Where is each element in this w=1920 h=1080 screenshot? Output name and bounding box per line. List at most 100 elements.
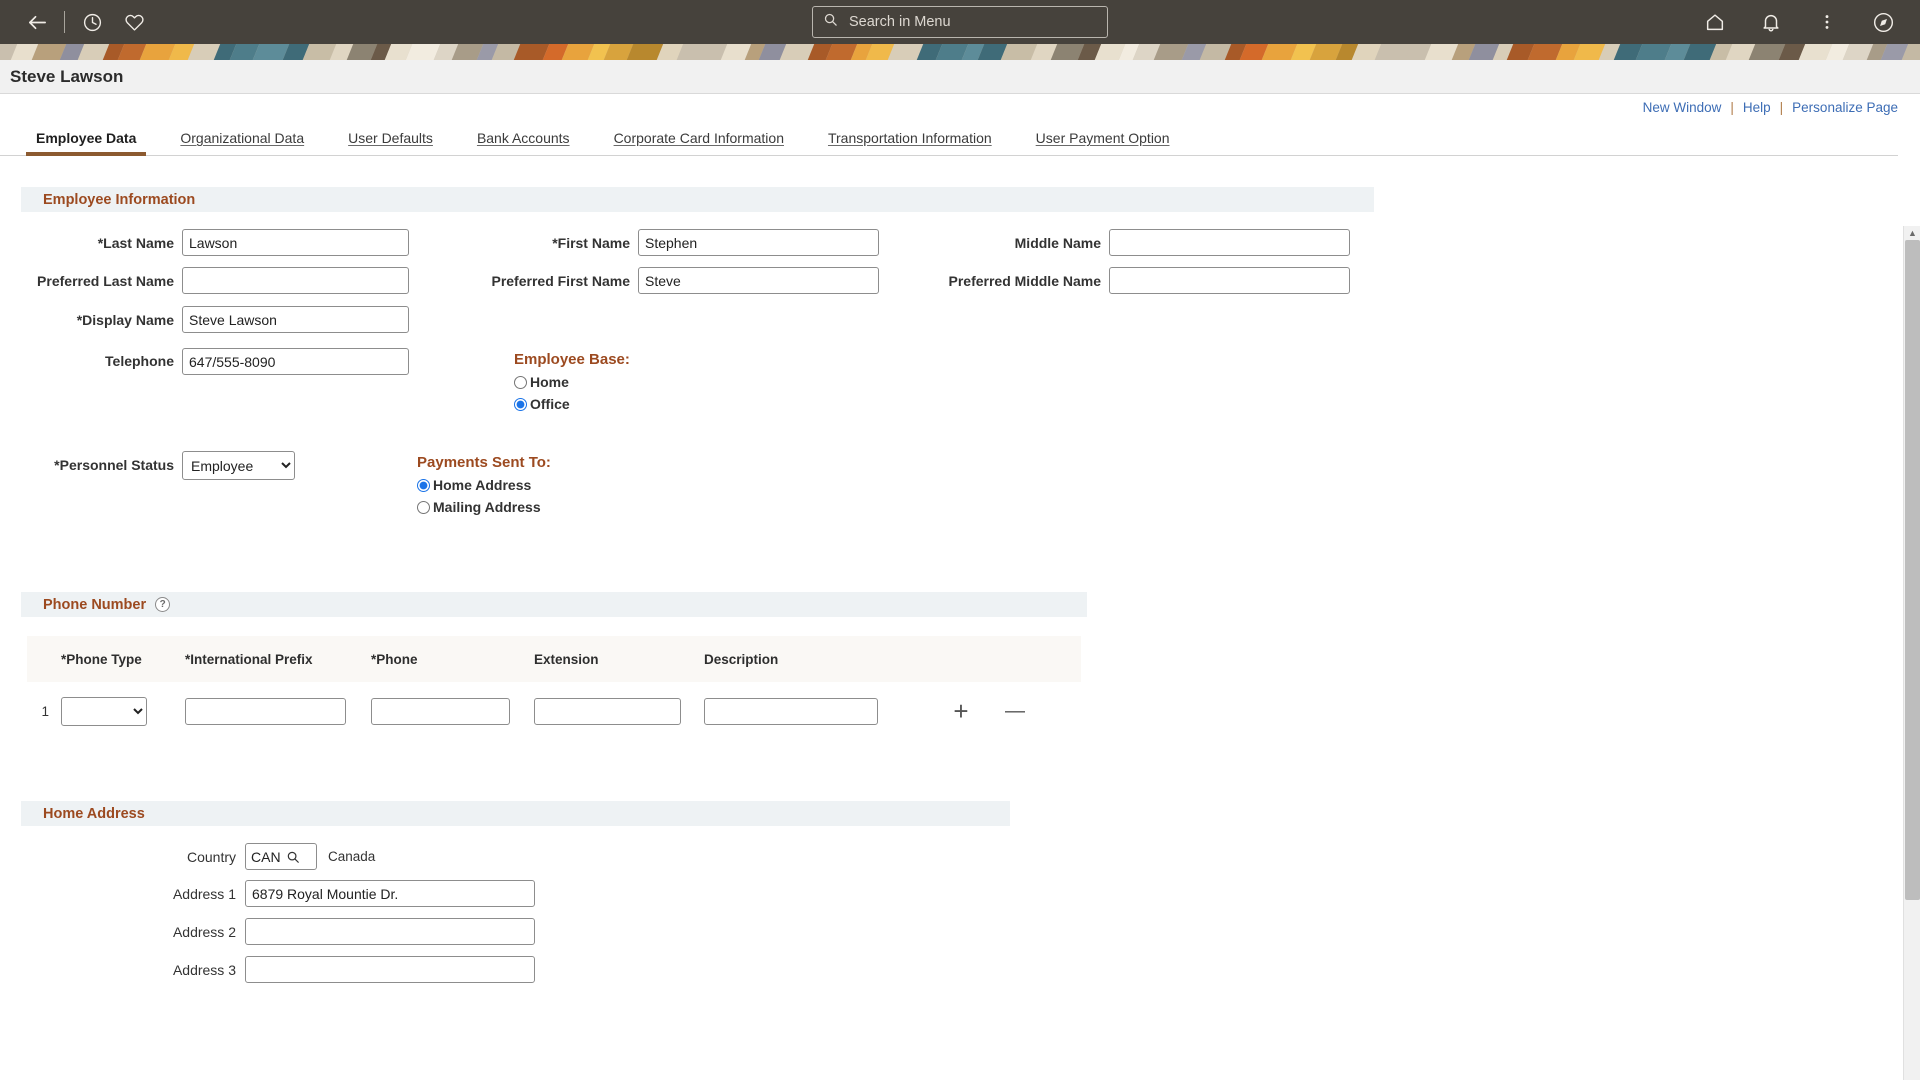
middle-name-label: Middle Name xyxy=(895,235,1101,251)
employee-base-title: Employee Base: xyxy=(514,351,630,368)
page-content: Employee Information *Last Name *First N… xyxy=(0,156,1920,1080)
decorative-banner xyxy=(0,44,1920,60)
utility-links: New Window | Help | Personalize Page xyxy=(0,94,1920,120)
country-lookup-field[interactable] xyxy=(245,843,317,870)
table-row: 1 BusinessHomeMobileFax + — xyxy=(27,689,1081,733)
payments-sent-to-group: Payments Sent To: Home Address Mailing Ad… xyxy=(417,451,551,515)
header-left-icons xyxy=(16,1,155,43)
employee-base-group: Employee Base: Home Office xyxy=(514,348,630,412)
address2-label: Address 2 xyxy=(0,924,236,940)
country-description: Canada xyxy=(328,849,375,864)
scrollbar-thumb[interactable] xyxy=(1905,240,1920,900)
tab-label: User Defaults xyxy=(348,130,433,146)
telephone-label: Telephone xyxy=(0,348,174,369)
global-header xyxy=(0,0,1920,44)
home-address-header: Home Address xyxy=(21,801,1010,826)
tab-user-defaults[interactable]: User Defaults xyxy=(326,130,455,155)
employee-base-option[interactable]: Office xyxy=(514,396,630,412)
back-arrow-icon[interactable] xyxy=(16,1,58,43)
tab-user-payment-option[interactable]: User Payment Option xyxy=(1014,130,1192,155)
first-name-input[interactable] xyxy=(638,229,879,256)
payments-sent-to-option[interactable]: Mailing Address xyxy=(417,499,551,515)
address2-input[interactable] xyxy=(245,918,535,945)
new-window-link[interactable]: New Window xyxy=(1643,100,1722,115)
tab-corporate-card-information[interactable]: Corporate Card Information xyxy=(592,130,806,155)
employee-base-radio[interactable] xyxy=(514,376,527,389)
kebab-menu-icon[interactable] xyxy=(1806,1,1848,43)
home-icon[interactable] xyxy=(1694,1,1736,43)
row-number: 1 xyxy=(27,704,61,719)
add-row-button[interactable]: + xyxy=(944,694,978,728)
tab-label: Bank Accounts xyxy=(477,130,570,146)
header-right-icons xyxy=(1694,1,1904,43)
tab-employee-data[interactable]: Employee Data xyxy=(14,130,158,155)
middle-name-input[interactable] xyxy=(1109,229,1350,256)
preferred-middle-name-input[interactable] xyxy=(1109,267,1350,294)
display-name-label: *Display Name xyxy=(0,312,174,328)
description-input[interactable] xyxy=(704,698,878,725)
compass-icon[interactable] xyxy=(1862,1,1904,43)
tab-label: Organizational Data xyxy=(180,130,304,146)
last-name-input[interactable] xyxy=(182,229,409,256)
phone-input[interactable] xyxy=(371,698,510,725)
preferred-last-name-input[interactable] xyxy=(182,267,409,294)
home-address-title: Home Address xyxy=(43,806,145,822)
payments-sent-to-radio[interactable] xyxy=(417,501,430,514)
employee-base-label[interactable]: Home xyxy=(530,374,569,390)
vertical-scrollbar[interactable]: ▲ ▼ xyxy=(1903,226,1920,1080)
search-icon xyxy=(823,12,838,32)
personnel-status-select[interactable]: EmployeeNon-EmployeeContractor xyxy=(182,451,295,480)
display-name-input[interactable] xyxy=(182,306,409,333)
search-container xyxy=(812,6,1108,38)
preferred-first-name-input[interactable] xyxy=(638,267,879,294)
clock-icon[interactable] xyxy=(71,1,113,43)
payments-sent-to-radio[interactable] xyxy=(417,479,430,492)
personnel-status-label: *Personnel Status xyxy=(0,451,174,473)
tab-label: Corporate Card Information xyxy=(614,130,784,146)
payments-sent-to-title: Payments Sent To: xyxy=(417,454,551,471)
tab-label: Transportation Information xyxy=(828,130,992,146)
preferred-middle-name-label: Preferred Middle Name xyxy=(895,273,1101,289)
phone-number-header: Phone Number ? xyxy=(21,592,1087,617)
payments-sent-to-label[interactable]: Home Address xyxy=(433,477,531,493)
scroll-up-arrow[interactable]: ▲ xyxy=(1904,226,1920,240)
tab-strip: Employee Data Organizational Data User Def… xyxy=(0,120,1898,156)
employee-base-option[interactable]: Home xyxy=(514,374,630,390)
tab-transportation-information[interactable]: Transportation Information xyxy=(806,130,1014,155)
column-header-phone: *Phone xyxy=(371,652,534,667)
personalize-page-link[interactable]: Personalize Page xyxy=(1792,100,1898,115)
delete-row-button[interactable]: — xyxy=(998,694,1032,728)
preferred-last-name-label: Preferred Last Name xyxy=(0,273,174,289)
payments-sent-to-option[interactable]: Home Address xyxy=(417,477,551,493)
utility-separator-1: | xyxy=(1730,100,1734,115)
payments-sent-to-label[interactable]: Mailing Address xyxy=(433,499,541,515)
bell-icon[interactable] xyxy=(1750,1,1792,43)
tab-organizational-data[interactable]: Organizational Data xyxy=(158,130,326,155)
international-prefix-input[interactable] xyxy=(185,698,346,725)
telephone-input[interactable] xyxy=(182,348,409,375)
page-title: Steve Lawson xyxy=(10,67,123,87)
tab-label: User Payment Option xyxy=(1036,130,1170,146)
address1-label: Address 1 xyxy=(0,886,236,902)
preferred-first-name-label: Preferred First Name xyxy=(440,273,630,289)
country-input[interactable] xyxy=(246,849,286,865)
column-header-phone-type: *Phone Type xyxy=(61,652,185,667)
tab-bank-accounts[interactable]: Bank Accounts xyxy=(455,130,592,155)
help-link[interactable]: Help xyxy=(1743,100,1771,115)
tab-label: Employee Data xyxy=(36,130,136,146)
phone-number-title: Phone Number xyxy=(43,597,146,613)
phone-grid-header: *Phone Type *International Prefix *Phone… xyxy=(27,636,1081,682)
employee-information-title: Employee Information xyxy=(43,192,195,208)
help-circle-icon[interactable]: ? xyxy=(155,597,170,612)
heart-icon[interactable] xyxy=(113,1,155,43)
extension-input[interactable] xyxy=(534,698,681,725)
search-input[interactable] xyxy=(847,13,1097,31)
phone-type-select[interactable]: BusinessHomeMobileFax xyxy=(61,697,147,726)
address1-input[interactable] xyxy=(245,880,535,907)
employee-base-radio[interactable] xyxy=(514,398,527,411)
address3-input[interactable] xyxy=(245,956,535,983)
first-name-label: *First Name xyxy=(440,235,630,251)
search-box[interactable] xyxy=(812,6,1108,38)
search-icon[interactable] xyxy=(286,850,305,864)
employee-base-label[interactable]: Office xyxy=(530,396,570,412)
